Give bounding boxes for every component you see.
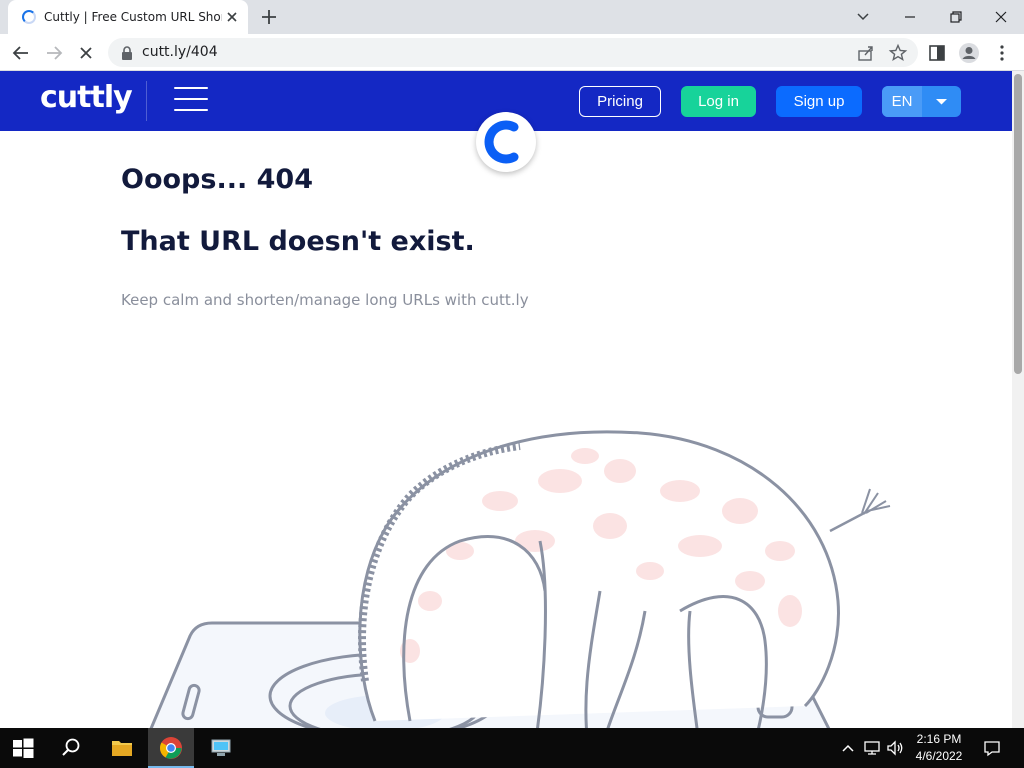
cuttly-logo[interactable]: cuttly <box>40 80 133 115</box>
tab-close-icon[interactable] <box>222 7 242 27</box>
file-explorer-icon[interactable] <box>99 728 145 768</box>
header-divider <box>146 81 147 121</box>
lock-icon[interactable] <box>120 45 134 61</box>
tab-title: Cuttly | Free Custom URL Shortener <box>44 10 222 24</box>
chevron-down-icon[interactable] <box>922 86 961 117</box>
tab-loading-icon <box>22 10 36 24</box>
forward-icon[interactable] <box>41 40 67 66</box>
address-bar[interactable]: cutt.ly/404 <box>108 38 918 67</box>
loading-spinner-icon <box>476 112 536 172</box>
stop-loading-icon[interactable] <box>73 40 99 66</box>
login-button[interactable]: Log in <box>681 86 756 117</box>
search-icon[interactable] <box>48 728 94 768</box>
url-text[interactable]: cutt.ly/404 <box>142 44 218 60</box>
windows-start-icon[interactable] <box>0 728 46 768</box>
bookmark-star-icon[interactable] <box>888 43 908 63</box>
clock-date: 4/6/2022 <box>915 749 963 763</box>
tab-search-chevron-icon[interactable] <box>850 4 876 30</box>
chevron-up-icon[interactable] <box>838 738 858 758</box>
side-panel-icon[interactable] <box>926 42 948 64</box>
notification-icon[interactable] <box>982 738 1002 758</box>
page-viewport: cuttly Pricing Log in Sign up EN Ooops..… <box>0 71 1012 728</box>
giraffe-illustration <box>149 430 891 728</box>
new-tab-icon[interactable] <box>258 6 280 28</box>
close-window-icon[interactable] <box>988 4 1014 30</box>
signup-button[interactable]: Sign up <box>776 86 862 117</box>
back-icon[interactable] <box>8 40 34 66</box>
error-description: Keep calm and shorten/manage long URLs w… <box>121 291 529 309</box>
chrome-menu-icon[interactable] <box>991 42 1013 64</box>
browser-tab[interactable]: Cuttly | Free Custom URL Shortener <box>8 0 248 34</box>
scrollbar-thumb[interactable] <box>1014 74 1022 374</box>
hamburger-menu-icon[interactable] <box>174 87 208 113</box>
chrome-icon[interactable] <box>148 728 194 768</box>
network-icon[interactable] <box>862 738 882 758</box>
browser-toolbar: cutt.ly/404 <box>0 34 1024 71</box>
network-app-icon[interactable] <box>198 728 244 768</box>
windows-taskbar: 2:16 PM 4/6/2022 <box>0 728 1024 768</box>
error-heading: Ooops... 404 <box>121 164 313 195</box>
share-icon[interactable] <box>856 43 876 63</box>
language-label[interactable]: EN <box>882 86 922 117</box>
restore-icon[interactable] <box>943 4 969 30</box>
profile-avatar-icon[interactable] <box>958 42 980 64</box>
pricing-button[interactable]: Pricing <box>579 86 661 117</box>
clock-time: 2:16 PM <box>916 732 962 746</box>
system-clock[interactable]: 2:16 PM 4/6/2022 <box>910 731 968 765</box>
volume-icon[interactable] <box>885 738 905 758</box>
page-scrollbar[interactable] <box>1012 71 1024 728</box>
minimize-icon[interactable] <box>897 4 923 30</box>
error-subheading: That URL doesn't exist. <box>121 226 475 257</box>
language-selector[interactable]: EN <box>882 86 961 117</box>
browser-tab-strip: Cuttly | Free Custom URL Shortener <box>0 0 1024 34</box>
